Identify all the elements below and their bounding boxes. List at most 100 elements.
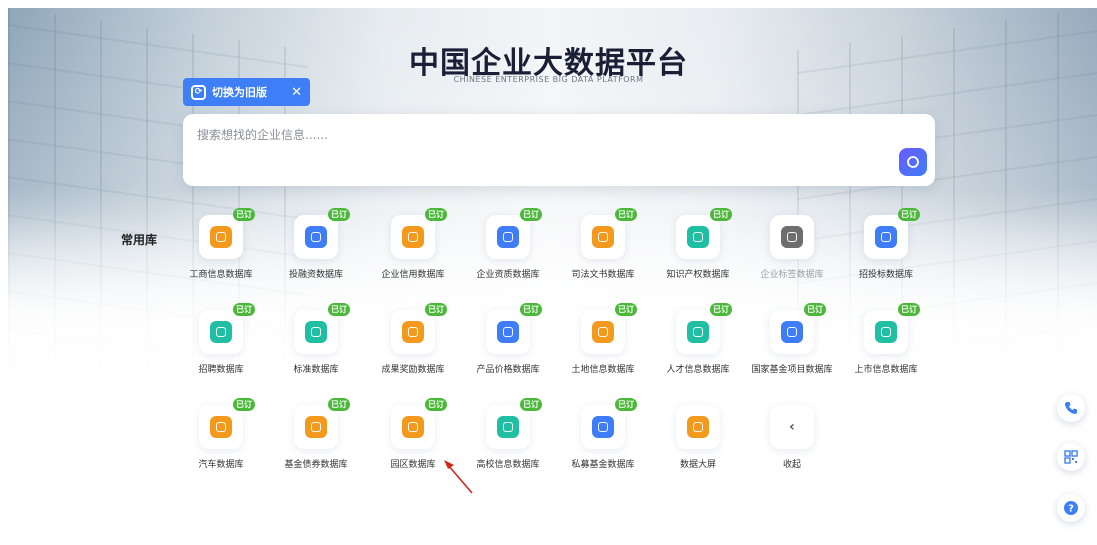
database-label: 企业信用数据库: [381, 270, 445, 280]
subscribed-badge: 已订: [804, 303, 826, 316]
database-item-fund-project[interactable]: 已订国家基金项目数据库: [744, 303, 840, 375]
database-item-judicial[interactable]: 已订司法文书数据库: [555, 208, 651, 280]
database-label: 土地信息数据库: [571, 365, 635, 375]
search-input[interactable]: [197, 128, 797, 142]
database-tile: 已订: [676, 303, 732, 354]
search-button[interactable]: [899, 148, 927, 176]
park-icon: [402, 416, 424, 438]
glyph-inner: [216, 232, 226, 242]
database-label: 司法文书数据库: [571, 270, 635, 280]
subscribed-badge: 已订: [615, 208, 637, 221]
database-item-dashboard[interactable]: 数据大屏: [650, 405, 746, 470]
close-icon[interactable]: ✕: [291, 85, 302, 100]
database-tile: 已订: [294, 303, 350, 354]
land-icon: [592, 321, 614, 343]
talent-icon: [687, 321, 709, 343]
glyph-inner: [216, 422, 226, 432]
database-tile: 已订: [199, 208, 255, 259]
collapse-tile: ‹: [770, 405, 814, 449]
database-label: 产品价格数据库: [476, 365, 540, 375]
switch-label: 切换为旧版: [212, 86, 267, 99]
bidding-icon: [875, 226, 897, 248]
switch-icon: ⟳: [191, 84, 206, 100]
database-tile: 已订: [676, 208, 732, 259]
database-item-business-info[interactable]: 已订工商信息数据库: [173, 208, 269, 280]
database-tile: 已订: [581, 208, 637, 259]
subscribed-badge: 已订: [615, 303, 637, 316]
glyph-inner: [693, 327, 703, 337]
database-tile: 已订: [294, 208, 350, 259]
glyph-inner: [503, 422, 513, 432]
subscribed-badge: 已订: [520, 208, 542, 221]
database-item-ip[interactable]: 已订知识产权数据库: [650, 208, 746, 280]
ip-icon: [687, 226, 709, 248]
glyph-inner: [216, 327, 226, 337]
database-item-land[interactable]: 已订土地信息数据库: [555, 303, 651, 375]
database-tile: [676, 405, 720, 449]
database-tile: 已订: [581, 398, 637, 449]
glyph-inner: [881, 327, 891, 337]
database-item-qualification[interactable]: 已订 企业资质数据库: [460, 208, 556, 280]
glyph-inner: [408, 232, 418, 242]
subscribed-badge: 已订: [328, 398, 350, 411]
annotation-arrow: [444, 460, 473, 494]
database-label: 工商信息数据库: [189, 270, 253, 280]
database-item-standard[interactable]: 已订 标准数据库: [268, 303, 364, 375]
database-item-bidding[interactable]: 已订 招投标数据库: [838, 208, 934, 280]
database-tile: 已订: [486, 398, 542, 449]
subscribed-badge: 已订: [425, 208, 447, 221]
collapse-button[interactable]: ‹ 收起: [744, 405, 840, 470]
judicial-icon: [592, 226, 614, 248]
qrcode-button[interactable]: [1057, 443, 1085, 471]
database-item-award[interactable]: 已订 成果奖励数据库: [365, 303, 461, 375]
recruit-icon: [210, 321, 232, 343]
database-item-credit[interactable]: 已订企业信用数据库: [365, 208, 461, 280]
standard-icon: [305, 321, 327, 343]
collapse-label: 收起: [782, 460, 801, 470]
glyph-inner: [311, 422, 321, 432]
database-tile: 已订: [391, 208, 447, 259]
glyph-inner: [311, 232, 321, 242]
subscribed-badge: 已订: [520, 303, 542, 316]
database-item-recruit[interactable]: 已订招聘数据库: [173, 303, 269, 375]
database-item-private-fund[interactable]: 已订 私募基金数据库: [555, 398, 651, 470]
phone-button[interactable]: [1057, 394, 1085, 422]
database-label: 知识产权数据库: [666, 270, 730, 280]
qualification-icon: [497, 226, 519, 248]
glyph-inner: [311, 327, 321, 337]
database-item-car[interactable]: 已订 汽车数据库: [173, 398, 269, 470]
search-icon: [907, 156, 919, 168]
subscribed-badge: 已订: [425, 303, 447, 316]
database-tile: 已订: [199, 398, 255, 449]
database-item-listed[interactable]: 已订上市信息数据库: [838, 303, 934, 375]
database-item-talent[interactable]: 已订 人才信息数据库: [650, 303, 746, 375]
database-tile: [770, 215, 814, 259]
database-label: 招聘数据库: [198, 365, 244, 375]
database-label: 国家基金项目数据库: [751, 365, 833, 375]
help-icon: ?: [1064, 501, 1078, 515]
subscribed-badge: 已订: [710, 208, 732, 221]
subscribed-badge: 已订: [233, 208, 255, 221]
search-box: [183, 114, 935, 186]
switch-old-version-button[interactable]: ⟳ 切换为旧版 ✕: [183, 78, 310, 106]
svg-text:?: ?: [1068, 504, 1074, 515]
glyph-inner: [787, 232, 797, 242]
database-item-investment[interactable]: 已订 投融资数据库: [268, 208, 364, 280]
subscribed-badge: 已订: [898, 303, 920, 316]
subscribed-badge: 已订: [233, 303, 255, 316]
glyph-inner: [503, 232, 513, 242]
qrcode-icon: [1064, 450, 1078, 464]
database-item-bond[interactable]: 已订 基金债券数据库: [268, 398, 364, 470]
award-icon: [402, 321, 424, 343]
glyph-inner: [693, 232, 703, 242]
database-tile: 已订: [391, 398, 447, 449]
help-button[interactable]: ?: [1057, 494, 1085, 522]
database-tile: 已订: [199, 303, 255, 354]
database-tile: 已订: [581, 303, 637, 354]
subscribed-badge: 已订: [615, 398, 637, 411]
database-tile: 已订: [294, 398, 350, 449]
database-item-price[interactable]: 已订产品价格数据库: [460, 303, 556, 375]
database-item-tag[interactable]: 企业标签数据库: [744, 215, 840, 280]
database-label: 上市信息数据库: [854, 365, 918, 375]
glyph-inner: [503, 327, 513, 337]
